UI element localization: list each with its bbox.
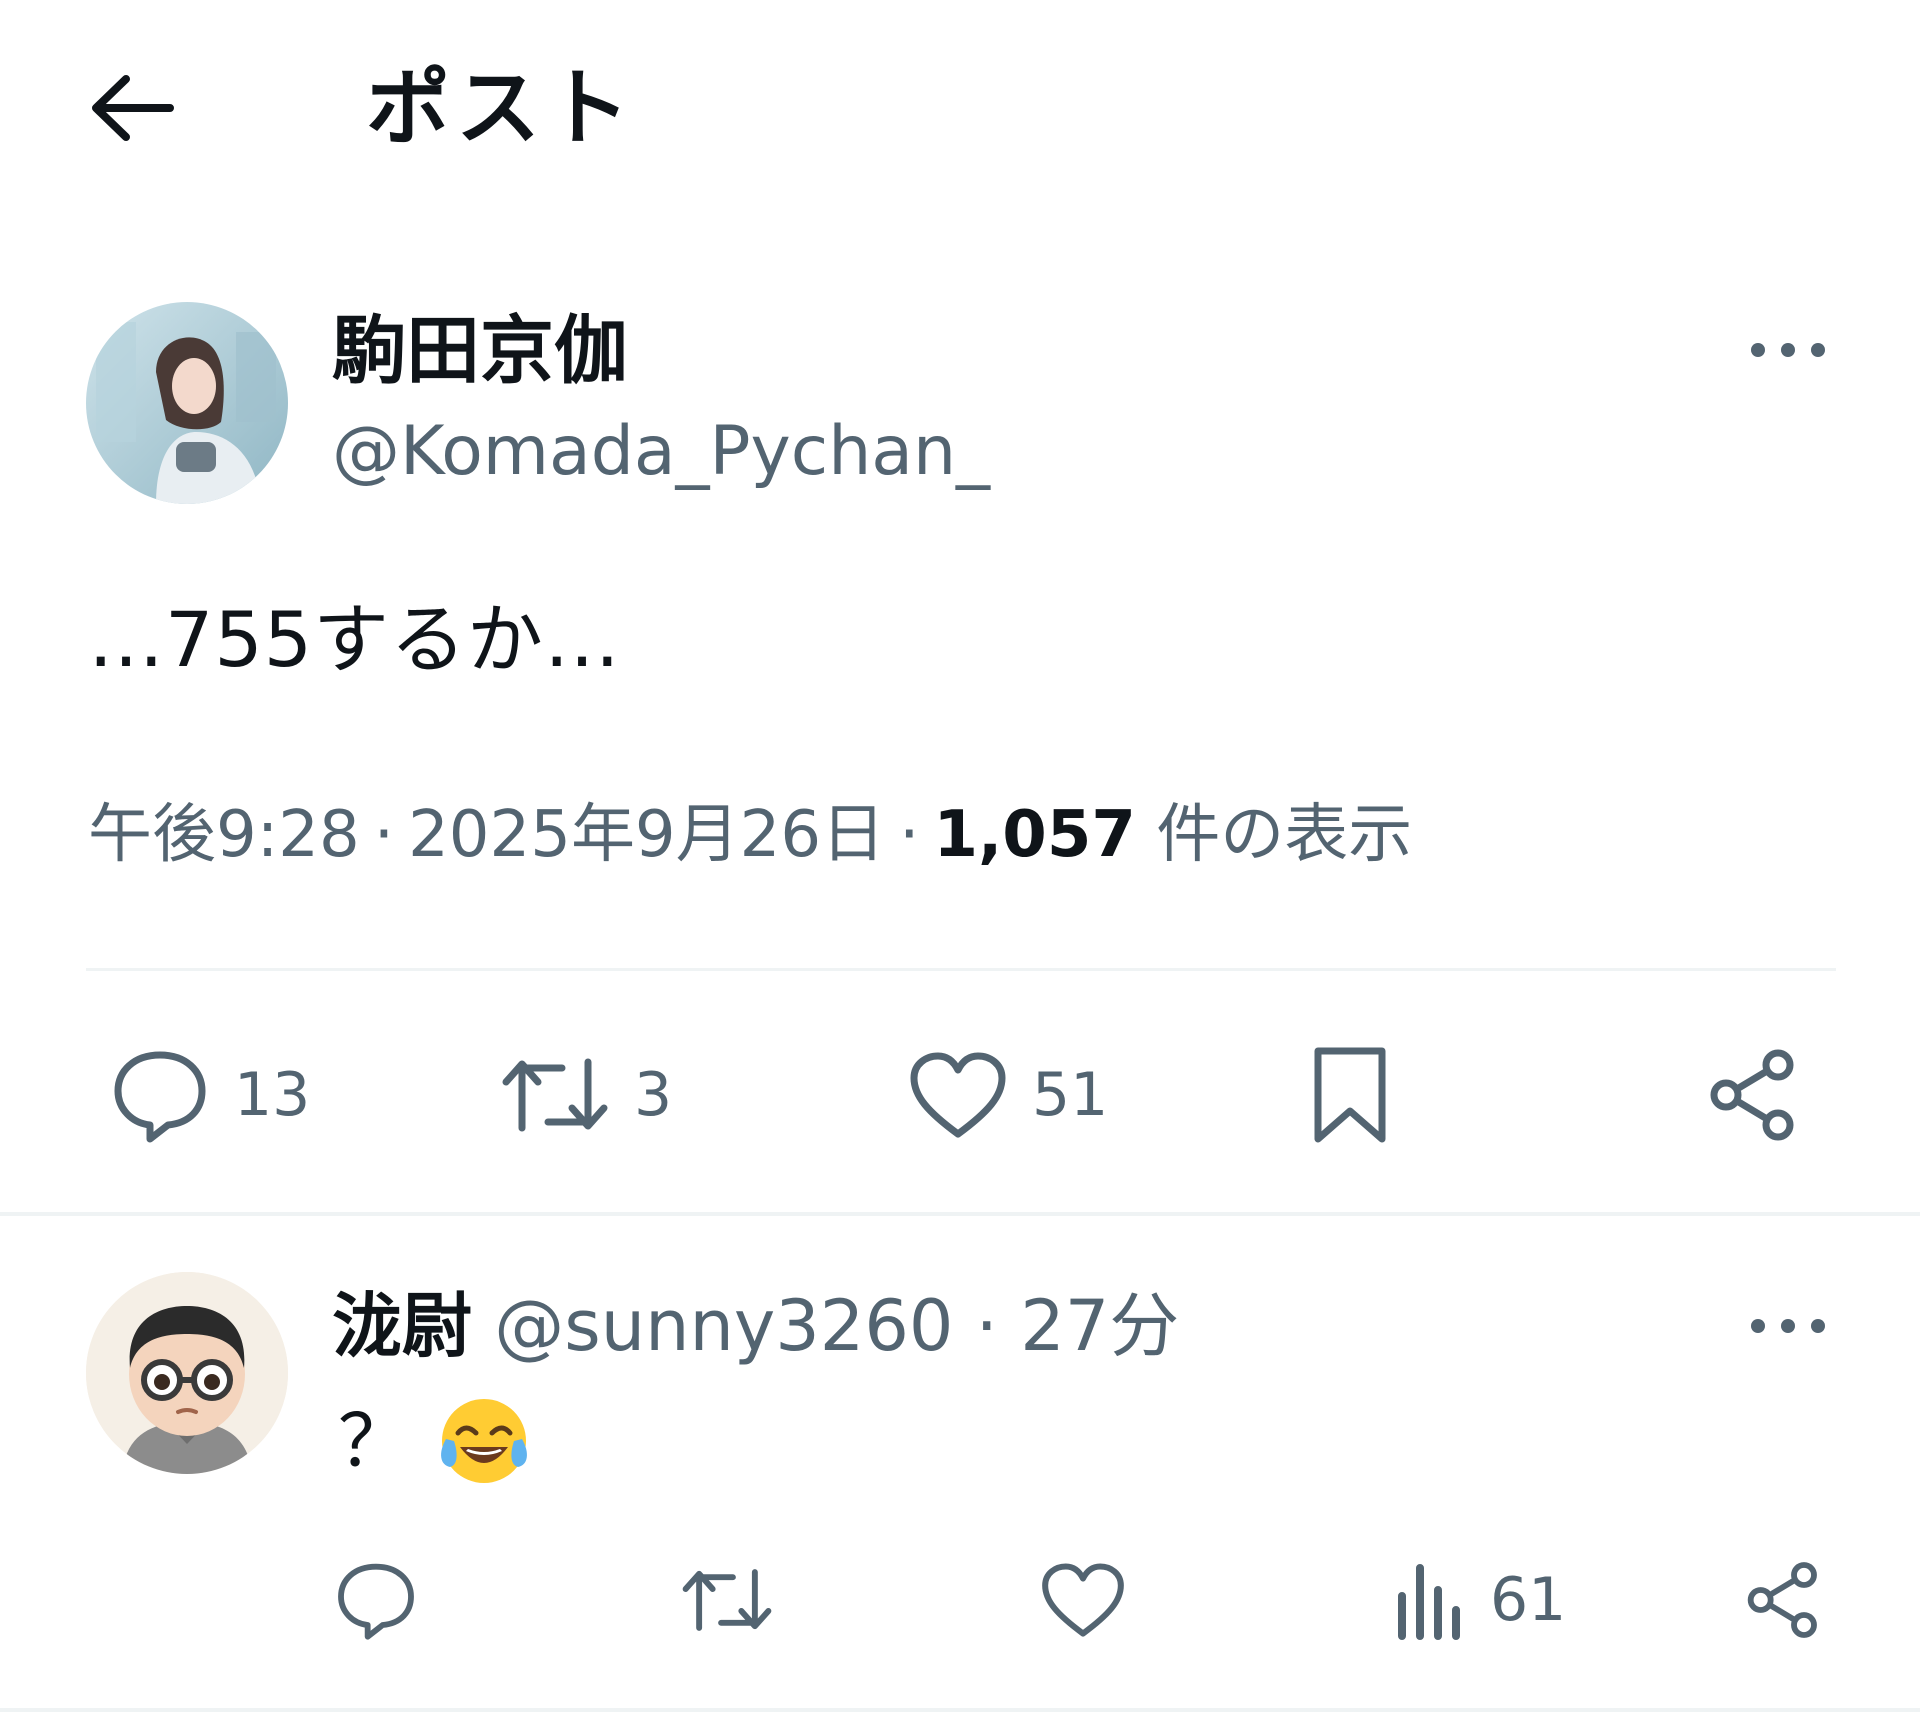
reply-button[interactable]: 13 [110, 1040, 310, 1150]
avatar[interactable] [86, 302, 288, 504]
post-date[interactable]: 2025年9月26日 [408, 798, 885, 872]
page-title: ポスト [366, 59, 637, 157]
reply-header: 泷尉 @sunny3260 · 27分 [332, 1278, 1179, 1374]
share-button[interactable] [1706, 1040, 1802, 1150]
like-button[interactable]: 51 [908, 1040, 1108, 1150]
retweet-icon [502, 1058, 608, 1132]
back-button[interactable] [82, 62, 182, 154]
reply-icon [338, 1563, 414, 1640]
reply-more-options-button[interactable] [1740, 1296, 1836, 1356]
reply-views-count: 61 [1490, 1565, 1567, 1635]
retweet-icon [682, 1569, 772, 1631]
separator: · [373, 798, 395, 872]
reply-reply-button[interactable] [334, 1552, 418, 1648]
views-label: 件の表示 [1156, 798, 1413, 872]
share-icon [1747, 1562, 1817, 1638]
reply-time[interactable]: 27分 [1020, 1285, 1179, 1367]
share-icon [1710, 1049, 1794, 1141]
separator: · [975, 1285, 998, 1367]
reply-avatar[interactable] [86, 1272, 288, 1474]
post-time[interactable]: 午後9:28 [88, 798, 360, 872]
more-horizontal-icon [1751, 343, 1825, 357]
views-count[interactable]: 1,057 [933, 798, 1135, 872]
like-count: 51 [1032, 1060, 1109, 1130]
face-with-tears-of-joy-icon [441, 1399, 527, 1483]
post-meta: 午後9:28 · 2025年9月26日 · 1,057 件の表示 [88, 790, 1412, 880]
display-name[interactable]: 駒田京伽 [332, 306, 628, 396]
reply-retweet-button[interactable] [680, 1552, 774, 1648]
arrow-left-icon [92, 75, 174, 141]
divider [86, 968, 1836, 971]
post-text: …755するか… [88, 595, 622, 684]
heart-icon [1042, 1563, 1124, 1637]
reply-text-content: ？ [338, 1399, 411, 1483]
more-horizontal-icon [1751, 1319, 1825, 1333]
separator: · [899, 798, 920, 872]
reply-share-button[interactable] [1744, 1552, 1824, 1648]
reply-like-button[interactable] [1040, 1552, 1126, 1648]
divider [0, 1708, 1920, 1712]
reply-display-name[interactable]: 泷尉 [332, 1285, 472, 1367]
more-options-button[interactable] [1740, 320, 1836, 380]
reply-text: ？ [338, 1386, 532, 1496]
bookmark-button[interactable] [1310, 1040, 1390, 1150]
heart-icon [910, 1052, 1006, 1138]
reply-views-button[interactable]: 61 [1392, 1552, 1566, 1648]
cartoon-avatar [86, 1272, 288, 1474]
post-detail-page: ポスト 駒田京伽 @Komada_Pychan_ …755するか… 午後9:28… [0, 0, 1920, 1713]
bookmark-icon [1314, 1047, 1386, 1143]
reply-icon [114, 1051, 206, 1143]
retweet-button[interactable]: 3 [500, 1040, 672, 1150]
reply-count: 13 [234, 1060, 311, 1130]
bar-chart-icon [1398, 1564, 1460, 1640]
retweet-count: 3 [634, 1060, 673, 1130]
handle[interactable]: @Komada_Pychan_ [332, 410, 990, 494]
divider [0, 1212, 1920, 1216]
reply-handle[interactable]: @sunny3260 [494, 1285, 953, 1367]
profile-photo [86, 302, 288, 504]
